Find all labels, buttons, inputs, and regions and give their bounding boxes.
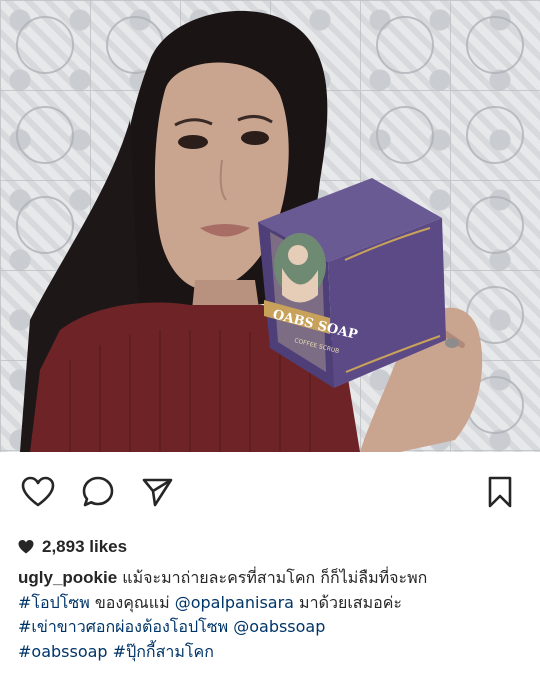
comment-button[interactable] [78,472,118,512]
caption-line-2: #โอปโซพ ของคุณแม่ @opalpanisara มาด้วยเส… [18,591,526,616]
caption-text: แม้จะมาถ่ายละครที่สามโคก ก็ก็ไม่ลืมที่จะ… [117,568,428,587]
post-photo[interactable]: OABS SOAP COFFEE SCRUB [0,0,540,452]
heart-outline-icon [21,476,55,507]
caption-text: ของคุณแม่ [89,592,175,612]
bookmark-icon [488,476,512,508]
share-button[interactable] [137,472,177,512]
caption-line-3: #เข่าขาวศอกผ่องต้องโอปโซพ @oabssoap [18,615,526,640]
mention-link[interactable]: @oabssoap [233,617,325,636]
hashtag-link[interactable]: #เข่าขาวศอกผ่องต้องโอปโซพ [18,617,228,636]
paper-plane-icon [142,478,173,507]
caption-line-1: ugly_pookie แม้จะมาถ่ายละครที่สามโคก ก็ก… [18,566,526,591]
hashtag-link[interactable]: #ปุ๊กกี้สามโคก [113,642,214,661]
photo-illustration: OABS SOAP COFFEE SCRUB [16,10,524,452]
hashtag-link[interactable]: #oabssoap [18,642,108,661]
likes-count[interactable]: 2,893 likes [18,537,127,557]
like-button[interactable] [18,472,58,512]
caption-text: มาด้วยเสมอค่ะ [293,592,403,612]
mention-link[interactable]: @opalpanisara [175,593,294,612]
hashtag-link[interactable]: #โอปโซพ [18,593,90,612]
caption-username[interactable]: ugly_pookie [18,568,117,587]
heart-filled-icon [18,540,34,554]
post-caption: ugly_pookie แม้จะมาถ่ายละครที่สามโคก ก็ก… [18,566,526,664]
comment-bubble-icon [82,476,114,507]
likes-text: 2,893 likes [42,537,128,556]
post-action-bar [0,452,540,530]
caption-line-4: #oabssoap #ปุ๊กกี้สามโคก [18,640,526,665]
save-button[interactable] [480,472,520,512]
